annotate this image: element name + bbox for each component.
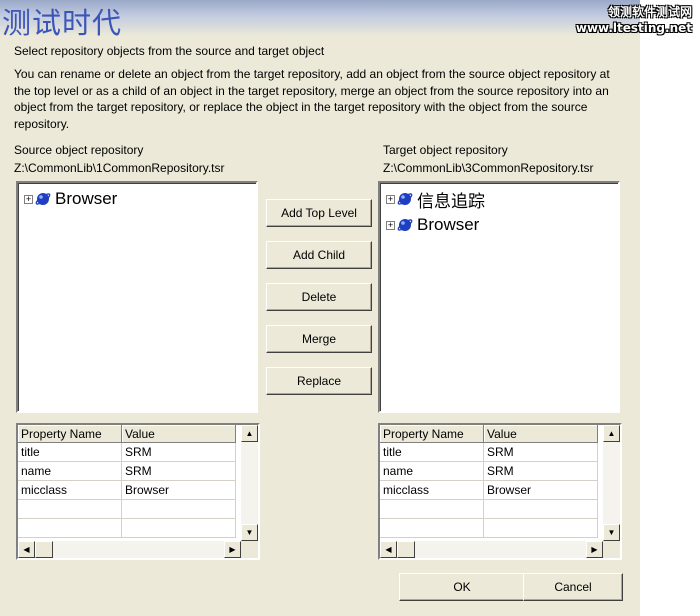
scroll-right-icon[interactable]: ▶ xyxy=(224,541,241,558)
watermark-title: 测试时代 xyxy=(2,6,123,40)
browser-object-icon xyxy=(397,219,413,231)
property-value-cell: Browser xyxy=(121,480,236,500)
target-properties-table: Property Name Value title SRM name SRM m… xyxy=(380,425,598,538)
table-row[interactable]: name SRM xyxy=(380,461,598,481)
watermark-site-url: www.ltesting.net xyxy=(575,21,692,35)
vertical-scrollbar[interactable]: ▲ ▼ xyxy=(241,425,258,541)
property-value-cell: Browser xyxy=(483,480,598,500)
property-name-cell: title xyxy=(18,442,122,462)
intro-description: You can rename or delete an object from … xyxy=(14,67,610,131)
column-header-value[interactable]: Value xyxy=(483,425,598,443)
merge-dialog: 测试时代 Select repository objects from the … xyxy=(0,0,640,616)
property-value-cell: SRM xyxy=(121,442,236,462)
watermark-site-name: 领测软件测试网 xyxy=(607,5,692,19)
target-tree[interactable]: 信息追踪 Browser xyxy=(378,181,620,413)
scroll-thumb[interactable] xyxy=(35,541,53,558)
column-header-value[interactable]: Value xyxy=(121,425,236,443)
scrollbar-corner xyxy=(241,541,258,558)
scroll-thumb[interactable] xyxy=(397,541,415,558)
scroll-left-icon[interactable]: ◀ xyxy=(18,541,35,558)
scroll-right-icon[interactable]: ▶ xyxy=(586,541,603,558)
property-name-cell: micclass xyxy=(18,480,122,500)
source-repository-path: Z:\CommonLib\1CommonRepository.tsr xyxy=(14,161,225,175)
table-row-empty xyxy=(380,499,598,519)
target-properties-grid[interactable]: Property Name Value title SRM name SRM m… xyxy=(378,423,622,560)
replace-button[interactable]: Replace xyxy=(266,367,372,395)
expand-icon[interactable] xyxy=(24,194,33,204)
scroll-down-icon[interactable]: ▼ xyxy=(241,524,258,541)
vertical-scrollbar[interactable]: ▲ ▼ xyxy=(603,425,620,541)
add-top-level-button[interactable]: Add Top Level xyxy=(266,199,372,227)
source-repository-label: Source object repository xyxy=(14,143,144,157)
target-repository-label: Target object repository xyxy=(383,143,508,157)
scrollbar-corner xyxy=(603,541,620,558)
property-value-cell: SRM xyxy=(483,461,598,481)
add-child-button[interactable]: Add Child xyxy=(266,241,372,269)
column-header-property[interactable]: Property Name xyxy=(18,425,122,443)
target-tree-node-label: 信息追踪 xyxy=(417,191,485,212)
merge-button[interactable]: Merge xyxy=(266,325,372,353)
target-repository-path: Z:\CommonLib\3CommonRepository.tsr xyxy=(383,161,594,175)
table-row-empty xyxy=(380,518,598,538)
scroll-up-icon[interactable]: ▲ xyxy=(241,425,258,442)
scroll-up-icon[interactable]: ▲ xyxy=(603,425,620,442)
property-name-cell: name xyxy=(380,461,484,481)
table-row-empty xyxy=(18,518,236,538)
browser-object-icon xyxy=(35,193,51,205)
horizontal-scrollbar[interactable]: ◀ ▶ xyxy=(380,541,603,558)
source-tree-node-browser[interactable]: Browser xyxy=(24,189,117,209)
table-row[interactable]: title SRM xyxy=(18,442,236,462)
target-tree-node-browser[interactable]: Browser xyxy=(386,215,480,235)
intro-instruction: Select repository objects from the sourc… xyxy=(14,44,325,58)
property-value-cell: SRM xyxy=(483,442,598,462)
source-properties-grid[interactable]: Property Name Value title SRM name SRM m… xyxy=(16,423,260,560)
column-header-property[interactable]: Property Name xyxy=(380,425,484,443)
table-row[interactable]: micclass Browser xyxy=(18,480,236,500)
scroll-down-icon[interactable]: ▼ xyxy=(603,524,620,541)
table-row-empty xyxy=(18,499,236,519)
horizontal-scrollbar[interactable]: ◀ ▶ xyxy=(18,541,241,558)
source-properties-table: Property Name Value title SRM name SRM m… xyxy=(18,425,236,538)
property-value-cell: SRM xyxy=(121,461,236,481)
source-tree-node-label: Browser xyxy=(55,189,118,208)
property-name-cell: micclass xyxy=(380,480,484,500)
table-row[interactable]: micclass Browser xyxy=(380,480,598,500)
cancel-button[interactable]: Cancel xyxy=(523,573,623,601)
delete-button[interactable]: Delete xyxy=(266,283,372,311)
scroll-left-icon[interactable]: ◀ xyxy=(380,541,397,558)
ok-button[interactable]: OK xyxy=(399,573,525,601)
table-row[interactable]: title SRM xyxy=(380,442,598,462)
watermark-site: 领测软件测试网 www.ltesting.net xyxy=(576,4,692,36)
table-row[interactable]: name SRM xyxy=(18,461,236,481)
expand-icon[interactable] xyxy=(386,220,395,230)
expand-icon[interactable] xyxy=(386,194,395,204)
property-name-cell: title xyxy=(380,442,484,462)
target-tree-node-info-trace[interactable]: 信息追踪 xyxy=(386,189,485,212)
source-tree[interactable]: Browser xyxy=(16,181,258,413)
property-name-cell: name xyxy=(18,461,122,481)
browser-object-icon xyxy=(397,193,413,205)
target-tree-node-label: Browser xyxy=(417,215,480,235)
